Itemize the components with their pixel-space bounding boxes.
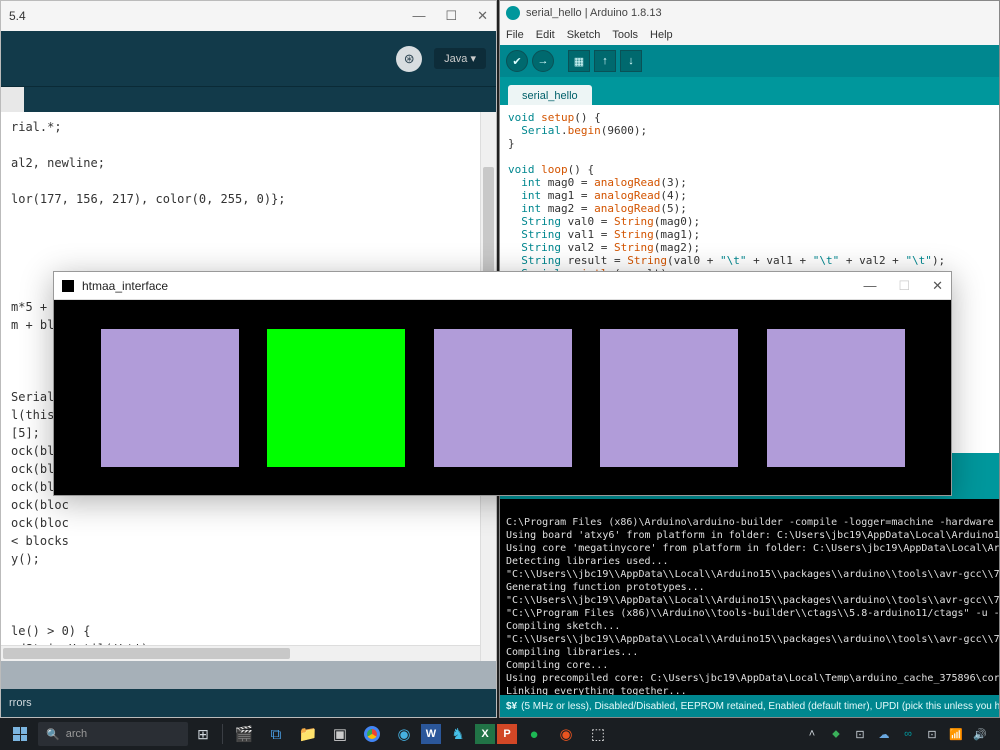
taskbar-app3[interactable]: ⬚	[583, 719, 613, 749]
tray-onedrive-icon[interactable]: ☁	[874, 724, 894, 744]
processing-tab[interactable]	[1, 87, 24, 113]
tray-wifi-icon[interactable]: 📶	[946, 724, 966, 744]
code-line: ock(bloc	[11, 516, 69, 530]
taskbar-app2[interactable]: ♞	[443, 719, 473, 749]
arduino-menubar: File Edit Sketch Tools Help	[500, 25, 999, 45]
menu-help[interactable]: Help	[650, 29, 673, 41]
open-button[interactable]: ↑	[594, 50, 616, 72]
new-button[interactable]: ▦	[568, 50, 590, 72]
arduino-toolbar: ✔ → ▦ ↑ ↓	[500, 45, 999, 77]
menu-tools[interactable]: Tools	[612, 29, 638, 41]
code-line: lor(177, 156, 217), color(0, 255, 0)};	[11, 192, 286, 206]
interface-canvas	[54, 300, 951, 495]
processing-console-bar: rrors	[1, 689, 496, 717]
minimize-button[interactable]: —	[412, 8, 425, 24]
close-button[interactable]: ✕	[932, 278, 943, 294]
minimize-button[interactable]: —	[863, 278, 876, 294]
close-button[interactable]: ✕	[477, 8, 488, 24]
interface-titlebar[interactable]: htmaa_interface — ☐ ✕	[54, 272, 951, 300]
interface-block-2	[434, 329, 572, 467]
interface-block-4	[767, 329, 905, 467]
interface-block-1	[267, 329, 405, 467]
tray-volume-icon[interactable]: 🔊	[970, 724, 990, 744]
upload-button[interactable]: →	[532, 50, 554, 72]
arduino-statusbar: $¥ (5 MHz or less), Disabled/Disabled, E…	[500, 695, 999, 717]
processing-language-selector[interactable]: Java ▾	[434, 48, 486, 69]
menu-edit[interactable]: Edit	[536, 29, 555, 41]
windows-taskbar: 🔍 arch ⊞ 🎬 ⧉ 📁 ▣ ◉ W ♞ X P ● ◉ ⬚ ˄ ⬥ ⊡ ☁…	[0, 718, 1000, 750]
arduino-tabbar: serial_hello	[500, 77, 999, 105]
code-line: y();	[11, 552, 40, 566]
taskbar-edge[interactable]: ◉	[389, 719, 419, 749]
tray-arduino-icon[interactable]: ∞	[898, 724, 918, 744]
taskbar-code[interactable]: ⧉	[261, 719, 291, 749]
taskbar-spotify[interactable]: ●	[519, 719, 549, 749]
maximize-button[interactable]: ☐	[898, 278, 910, 294]
tray-item2[interactable]: ⊡	[922, 724, 942, 744]
arduino-status-text: (5 MHz or less), Disabled/Disabled, EEPR…	[521, 701, 999, 712]
taskbar-word[interactable]: W	[421, 724, 441, 744]
start-button[interactable]	[4, 718, 36, 750]
code-line: ock(bloc	[11, 498, 69, 512]
code-line: [5];	[11, 426, 40, 440]
arduino-title: serial_hello | Arduino 1.8.13	[526, 7, 662, 19]
arduino-app-icon	[506, 6, 520, 20]
taskbar-search[interactable]: 🔍 arch	[38, 722, 188, 746]
taskbar-separator	[222, 724, 223, 744]
status-bolt-icon: $¥	[506, 701, 517, 712]
save-button[interactable]: ↓	[620, 50, 642, 72]
tray-item[interactable]: ⊡	[850, 724, 870, 744]
tray-chevron-icon[interactable]: ˄	[802, 724, 822, 744]
system-tray: ˄ ⬥ ⊡ ☁ ∞ ⊡ 📶 🔊	[802, 724, 996, 744]
arduino-editor[interactable]: void setup() { Serial.begin(9600); } voi…	[500, 105, 999, 275]
arduino-tab[interactable]: serial_hello	[508, 85, 592, 105]
processing-errors-tab[interactable]: rrors	[9, 697, 32, 709]
taskbar-ubuntu[interactable]: ◉	[551, 719, 581, 749]
processing-titlebar[interactable]: 5.4 — ☐ ✕	[1, 1, 496, 31]
processing-hscrollbar[interactable]	[1, 645, 480, 661]
search-placeholder: arch	[66, 728, 87, 740]
menu-sketch[interactable]: Sketch	[567, 29, 601, 41]
interface-app-icon	[62, 280, 74, 292]
maximize-button[interactable]: ☐	[445, 8, 457, 24]
arduino-titlebar[interactable]: serial_hello | Arduino 1.8.13	[500, 1, 999, 25]
processing-debug-icon[interactable]: ⊛	[396, 46, 422, 72]
interface-block-0	[101, 329, 239, 467]
taskbar-app[interactable]: 🎬	[229, 719, 259, 749]
code-line: le() > 0) {	[11, 624, 90, 638]
taskbar-powerpoint[interactable]: P	[497, 724, 517, 744]
task-view-icon[interactable]: ⊞	[190, 721, 216, 747]
arduino-console[interactable]: are C:\P C:\Program Files (x86)\Arduino\…	[500, 499, 999, 695]
menu-file[interactable]: File	[506, 29, 524, 41]
processing-status	[1, 661, 496, 689]
taskbar-chrome[interactable]	[357, 719, 387, 749]
code-line: < blocks	[11, 534, 69, 548]
interface-block-3	[600, 329, 738, 467]
windows-icon	[13, 727, 27, 741]
processing-tabbar	[1, 86, 496, 112]
processing-toolbar: ⊛ Java ▾	[1, 31, 496, 86]
code-line: rial.*;	[11, 120, 62, 134]
taskbar-excel[interactable]: X	[475, 724, 495, 744]
taskbar-explorer[interactable]: 📁	[293, 719, 323, 749]
processing-title: 5.4	[9, 9, 26, 23]
interface-window: htmaa_interface — ☐ ✕	[53, 271, 952, 496]
code-line: al2, newline;	[11, 156, 105, 170]
search-icon: 🔍	[46, 728, 60, 741]
tray-git-icon[interactable]: ⬥	[826, 724, 846, 744]
interface-title: htmaa_interface	[82, 279, 168, 293]
verify-button[interactable]: ✔	[506, 50, 528, 72]
taskbar-terminal[interactable]: ▣	[325, 719, 355, 749]
